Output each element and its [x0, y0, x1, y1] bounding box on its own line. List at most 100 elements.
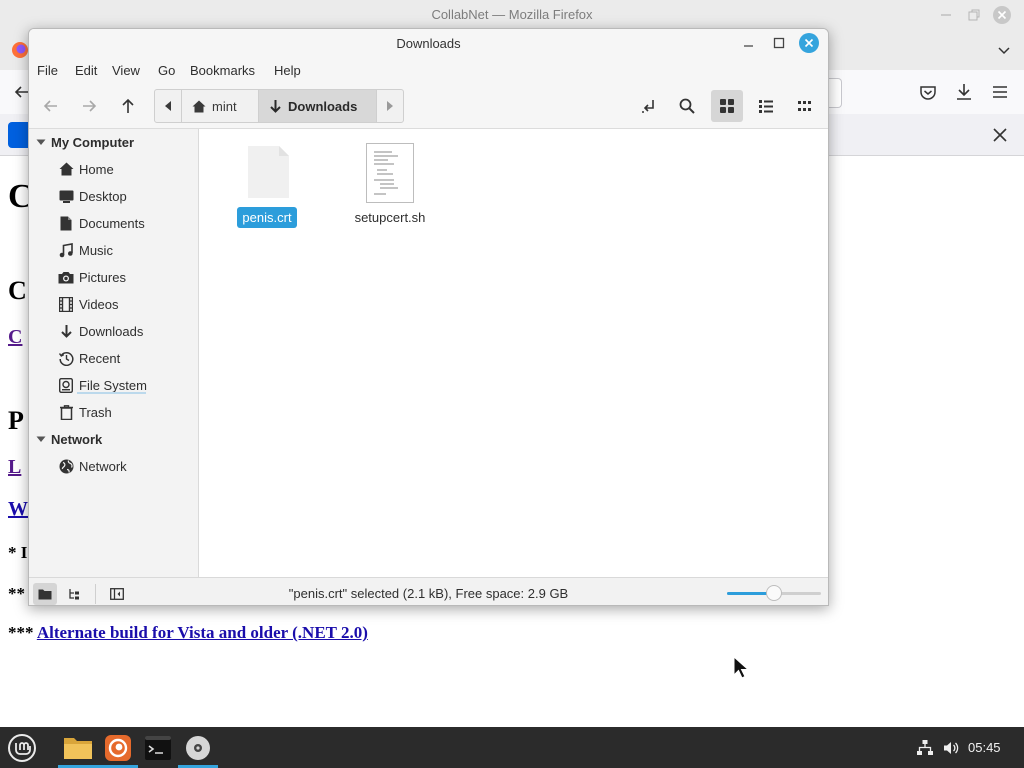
- close-icon[interactable]: [799, 33, 819, 53]
- icon-view-button[interactable]: [711, 90, 743, 122]
- status-text: "penis.crt" selected (2.1 kB), Free spac…: [288, 586, 569, 601]
- sidebar-item-label: Recent: [79, 350, 121, 366]
- path-segment-current[interactable]: Downloads: [259, 90, 376, 122]
- sidebar-item-pictures[interactable]: Pictures: [51, 265, 197, 289]
- arrow-up-icon: [122, 98, 134, 113]
- documents-icon: [55, 215, 77, 231]
- zoom-slider-handle[interactable]: [766, 585, 782, 601]
- caret-left-icon: [165, 101, 171, 111]
- menu-go[interactable]: Go: [158, 63, 175, 78]
- sidebar-item-home[interactable]: Home: [51, 157, 197, 181]
- back-button[interactable]: [35, 90, 67, 122]
- path-segment-current-label: Downloads: [288, 98, 358, 114]
- page-link-fragment[interactable]: L: [8, 456, 28, 478]
- menu-help[interactable]: Help: [274, 63, 301, 78]
- download-icon: [270, 99, 281, 113]
- file-system-usage-bar: [77, 392, 146, 394]
- compact-view-button[interactable]: [789, 90, 821, 122]
- disc-icon: [186, 735, 210, 760]
- file-item[interactable]: penis.crt: [219, 143, 315, 233]
- file-view[interactable]: penis.crt setupcert.sh: [200, 129, 828, 577]
- firefox-titlebar: CollabNet — Mozilla Firefox: [0, 0, 1024, 30]
- drive-icon: [55, 377, 77, 393]
- sidebar-header-label: My Computer: [51, 134, 135, 150]
- list-all-tabs-icon[interactable]: [992, 38, 1016, 62]
- sidebar-item-trash[interactable]: Trash: [51, 400, 197, 424]
- taskbar-disc[interactable]: [178, 727, 218, 768]
- sidebar: My Computer Home Desktop Documents Music…: [29, 129, 199, 577]
- search-button[interactable]: [671, 90, 703, 122]
- sidebar-header-network[interactable]: Network: [35, 428, 102, 450]
- page-heading-fragment: C: [8, 178, 28, 214]
- toggle-location-entry-button[interactable]: [633, 90, 665, 122]
- file-manager-titlebar[interactable]: Downloads: [29, 29, 828, 58]
- menu-bookmarks[interactable]: Bookmarks: [190, 63, 255, 78]
- files-icon: [64, 737, 92, 759]
- zoom-slider[interactable]: [727, 585, 821, 601]
- firefox-close-icon[interactable]: [992, 5, 1012, 25]
- path-segment-home[interactable]: mint: [182, 90, 258, 122]
- breadcrumb: mint Downloads: [154, 89, 404, 123]
- list-view-button[interactable]: [750, 90, 782, 122]
- sidebar-item-desktop[interactable]: Desktop: [51, 184, 197, 208]
- terminal-icon: [145, 735, 171, 760]
- globe-icon: [55, 458, 77, 474]
- compact-grid-icon: [798, 101, 811, 111]
- path-segment-home-label: mint: [212, 98, 237, 114]
- sidebar-item-label: File System: [79, 377, 147, 393]
- sidebar-item-documents[interactable]: Documents: [51, 211, 197, 235]
- forward-button[interactable]: [73, 90, 105, 122]
- trash-icon: [55, 404, 77, 420]
- sidebar-item-recent[interactable]: Recent: [51, 346, 197, 370]
- network-tray-icon[interactable]: [916, 739, 934, 757]
- downloads-icon[interactable]: [952, 80, 976, 104]
- home-icon: [192, 100, 206, 112]
- clock[interactable]: 05:45: [968, 740, 1001, 755]
- music-icon: [55, 242, 77, 258]
- restore-icon[interactable]: [964, 5, 984, 25]
- sidebar-item-music[interactable]: Music: [51, 238, 197, 262]
- taskbar: 05:45: [0, 727, 1024, 768]
- volume-tray-icon[interactable]: [942, 739, 960, 757]
- status-bar: "penis.crt" selected (2.1 kB), Free spac…: [29, 577, 828, 605]
- minimize-icon[interactable]: [936, 5, 956, 25]
- sidebar-item-label: Documents: [79, 215, 145, 231]
- file-manager-window: Downloads File Edit View Go Bookmarks He…: [28, 28, 829, 606]
- file-name: setupcert.sh: [354, 210, 426, 225]
- page-link-fragment[interactable]: C: [8, 326, 28, 348]
- sidebar-item-network[interactable]: Network: [51, 454, 197, 478]
- mouse-cursor-icon: [733, 656, 750, 679]
- hamburger-menu-icon[interactable]: [988, 80, 1012, 104]
- mint-menu-button[interactable]: [2, 727, 42, 768]
- menu-edit[interactable]: Edit: [75, 63, 97, 78]
- page-subheading-fragment: P: [8, 406, 24, 435]
- arrow-right-icon: [83, 100, 97, 112]
- notification-close-icon[interactable]: [988, 123, 1012, 147]
- taskbar-terminal[interactable]: [138, 727, 178, 768]
- sidebar-item-label: Videos: [79, 296, 119, 312]
- taskbar-files[interactable]: [58, 727, 98, 768]
- maximize-icon[interactable]: [769, 33, 789, 53]
- sidebar-item-label: Downloads: [79, 323, 144, 339]
- minimize-icon[interactable]: [739, 33, 759, 53]
- file-item[interactable]: setupcert.sh: [342, 143, 438, 233]
- menu-view[interactable]: View: [112, 63, 140, 78]
- taskbar-firefox[interactable]: [98, 727, 138, 768]
- alternate-build-link[interactable]: Alternate build for Vista and older (.NE…: [37, 623, 368, 642]
- page-text-fragment: * I: [8, 543, 28, 562]
- pocket-icon[interactable]: [916, 80, 940, 104]
- menu-file[interactable]: File: [37, 63, 58, 78]
- page-subheading-fragment: C: [8, 276, 27, 305]
- path-previous-button[interactable]: [155, 90, 181, 122]
- blank-file-icon: [248, 146, 289, 198]
- sidebar-item-downloads[interactable]: Downloads: [51, 319, 197, 343]
- menu-bar: File Edit View Go Bookmarks Help: [29, 58, 828, 84]
- up-button[interactable]: [112, 90, 144, 122]
- page-link-fragment[interactable]: W: [8, 498, 28, 520]
- sidebar-header-my-computer[interactable]: My Computer: [35, 131, 134, 153]
- sidebar-item-videos[interactable]: Videos: [51, 292, 197, 316]
- sidebar-item-label: Trash: [79, 404, 112, 420]
- path-next-button[interactable]: [377, 90, 403, 122]
- grid-icon: [720, 99, 734, 113]
- sidebar-header-label: Network: [51, 431, 103, 447]
